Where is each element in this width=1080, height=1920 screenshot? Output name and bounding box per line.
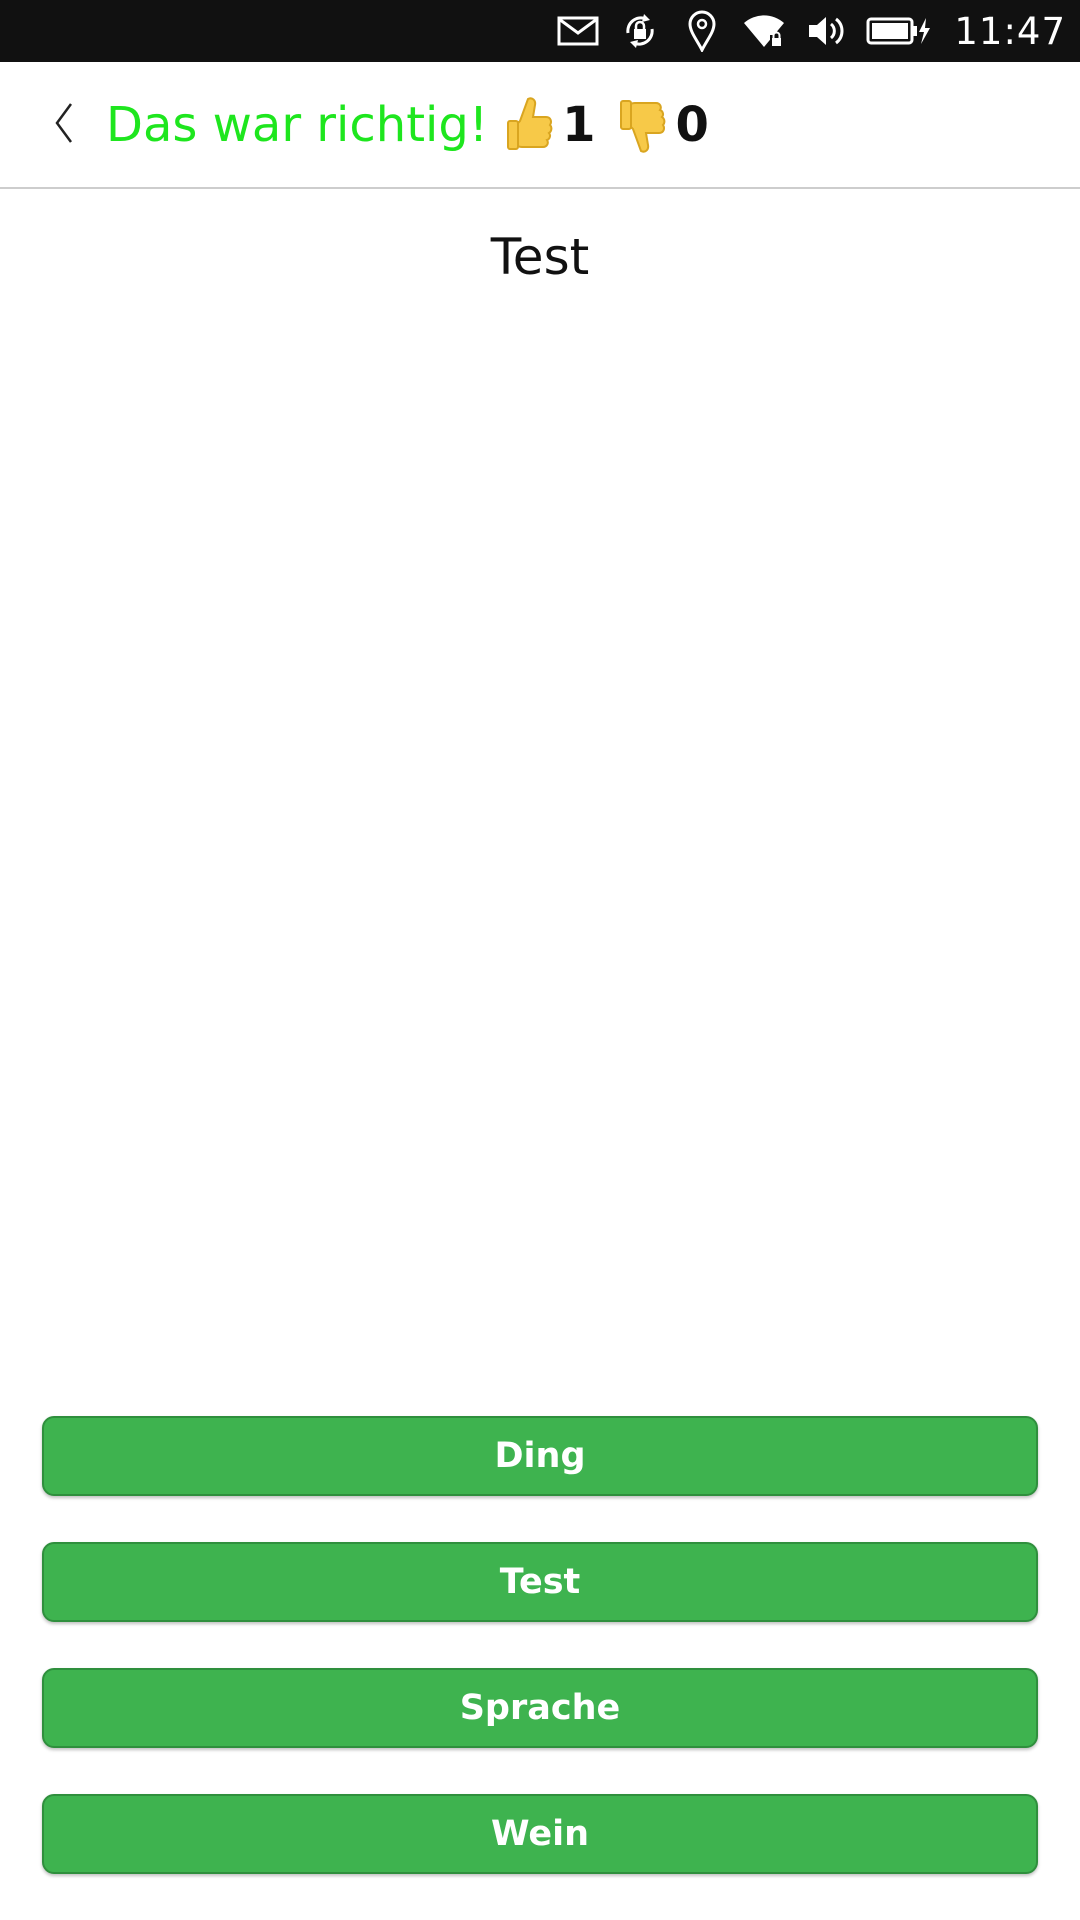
location-icon	[680, 9, 724, 53]
answer-button[interactable]: Sprache	[42, 1668, 1038, 1748]
mail-icon	[556, 9, 600, 53]
thumbs-down-icon	[617, 93, 669, 157]
back-button[interactable]	[36, 90, 92, 160]
answer-list: Ding Test Sprache Wein	[42, 1416, 1038, 1920]
clock: 11:47	[954, 9, 1066, 53]
chevron-left-icon	[53, 101, 75, 149]
battery-charging-icon	[866, 9, 932, 53]
header-title: Das war richtig! 1 0	[106, 62, 709, 187]
volume-icon	[804, 9, 848, 53]
result-message: Das war richtig!	[106, 96, 489, 153]
wrong-count: 0	[675, 96, 709, 153]
question-word: Test	[490, 228, 590, 286]
header: Das war richtig! 1 0	[0, 62, 1080, 189]
wifi-secure-icon	[742, 9, 786, 53]
correct-count: 1	[562, 96, 596, 153]
rotation-lock-icon	[618, 9, 662, 53]
answer-button[interactable]: Test	[42, 1542, 1038, 1622]
status-bar: 11:47	[0, 0, 1080, 62]
thumbs-up-icon	[504, 93, 556, 157]
answer-button[interactable]: Wein	[42, 1794, 1038, 1874]
answer-button[interactable]: Ding	[42, 1416, 1038, 1496]
